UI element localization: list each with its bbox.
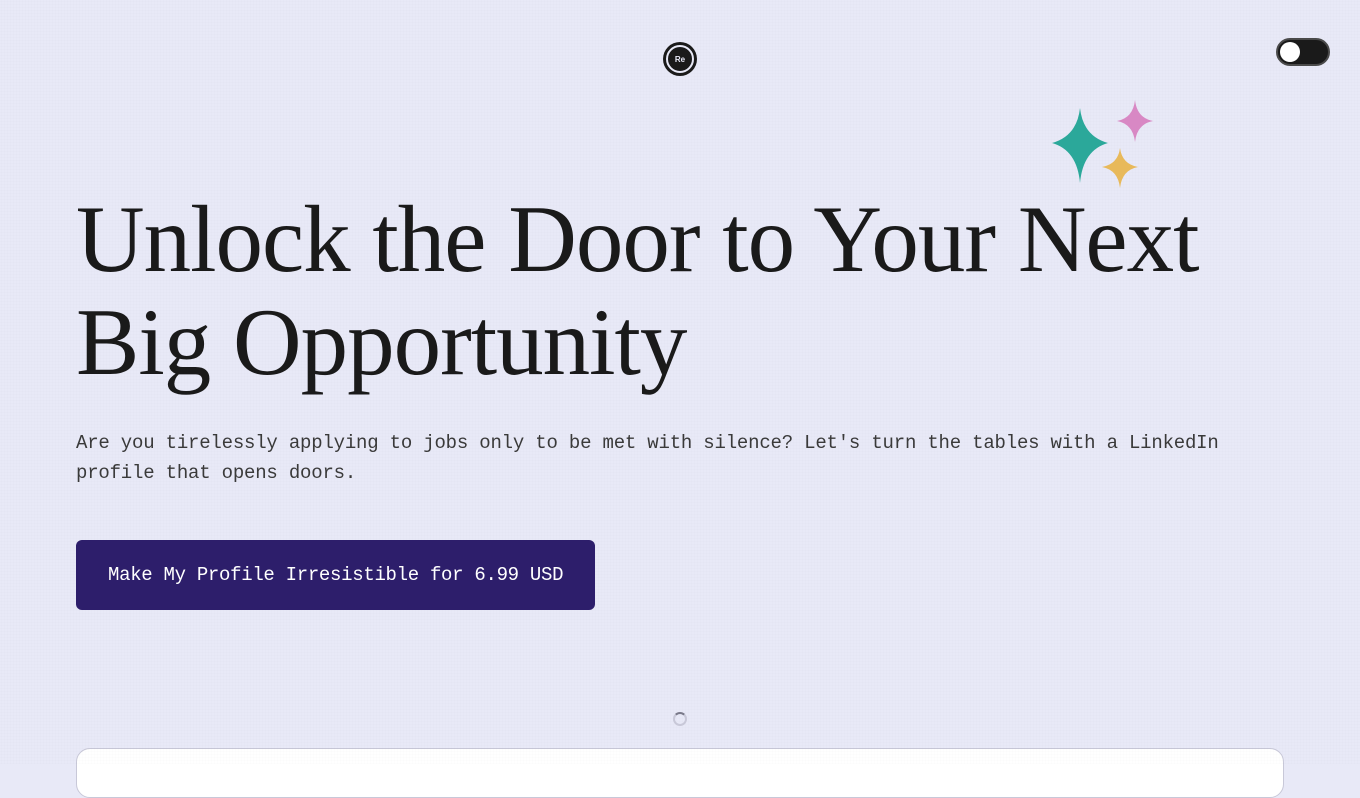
theme-toggle[interactable] xyxy=(1276,38,1330,66)
theme-toggle-knob xyxy=(1280,42,1300,62)
headline: Unlock the Door to Your Next Big Opportu… xyxy=(76,188,1284,393)
loading-area xyxy=(76,712,1284,726)
content-card xyxy=(76,748,1284,798)
theme-toggle-container xyxy=(1276,38,1330,66)
logo-text: Re xyxy=(675,55,685,64)
header: Re xyxy=(0,0,1360,80)
subheadline: Are you tirelessly applying to jobs only… xyxy=(76,429,1284,488)
logo[interactable]: Re xyxy=(663,42,697,76)
hero-section: Unlock the Door to Your Next Big Opportu… xyxy=(0,80,1360,726)
cta-button[interactable]: Make My Profile Irresistible for 6.99 US… xyxy=(76,540,595,610)
spinner-icon xyxy=(673,712,687,726)
sparkles-icon xyxy=(1050,98,1160,208)
